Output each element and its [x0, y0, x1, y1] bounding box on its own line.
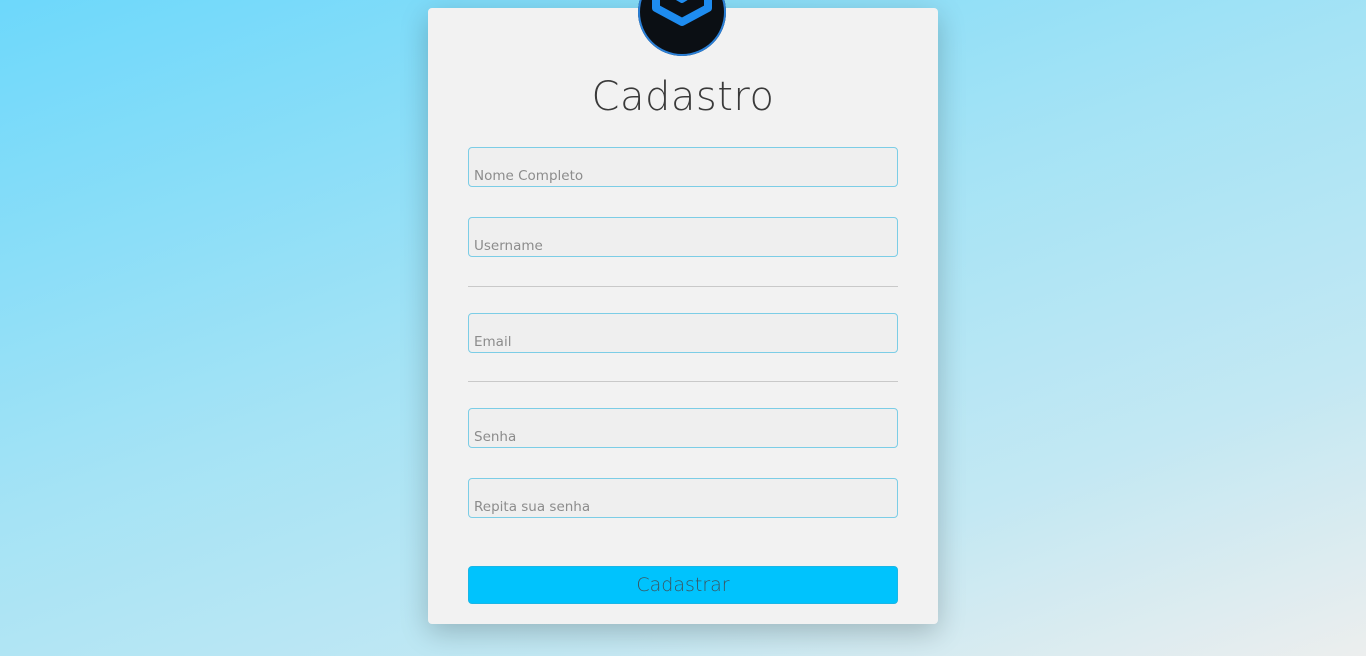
register-button[interactable]: Cadastrar — [468, 566, 898, 604]
register-card: Cadastro Cadastrar — [428, 0, 938, 624]
password-field[interactable] — [468, 408, 898, 448]
password-repeat-field[interactable] — [468, 478, 898, 518]
divider — [468, 286, 898, 287]
username-field[interactable] — [468, 217, 898, 257]
logo — [638, 0, 726, 56]
divider — [468, 381, 898, 382]
shield-box-logo-icon — [652, 0, 712, 26]
email-field[interactable] — [468, 313, 898, 353]
full-name-field[interactable] — [468, 147, 898, 187]
page-title: Cadastro — [591, 74, 775, 120]
